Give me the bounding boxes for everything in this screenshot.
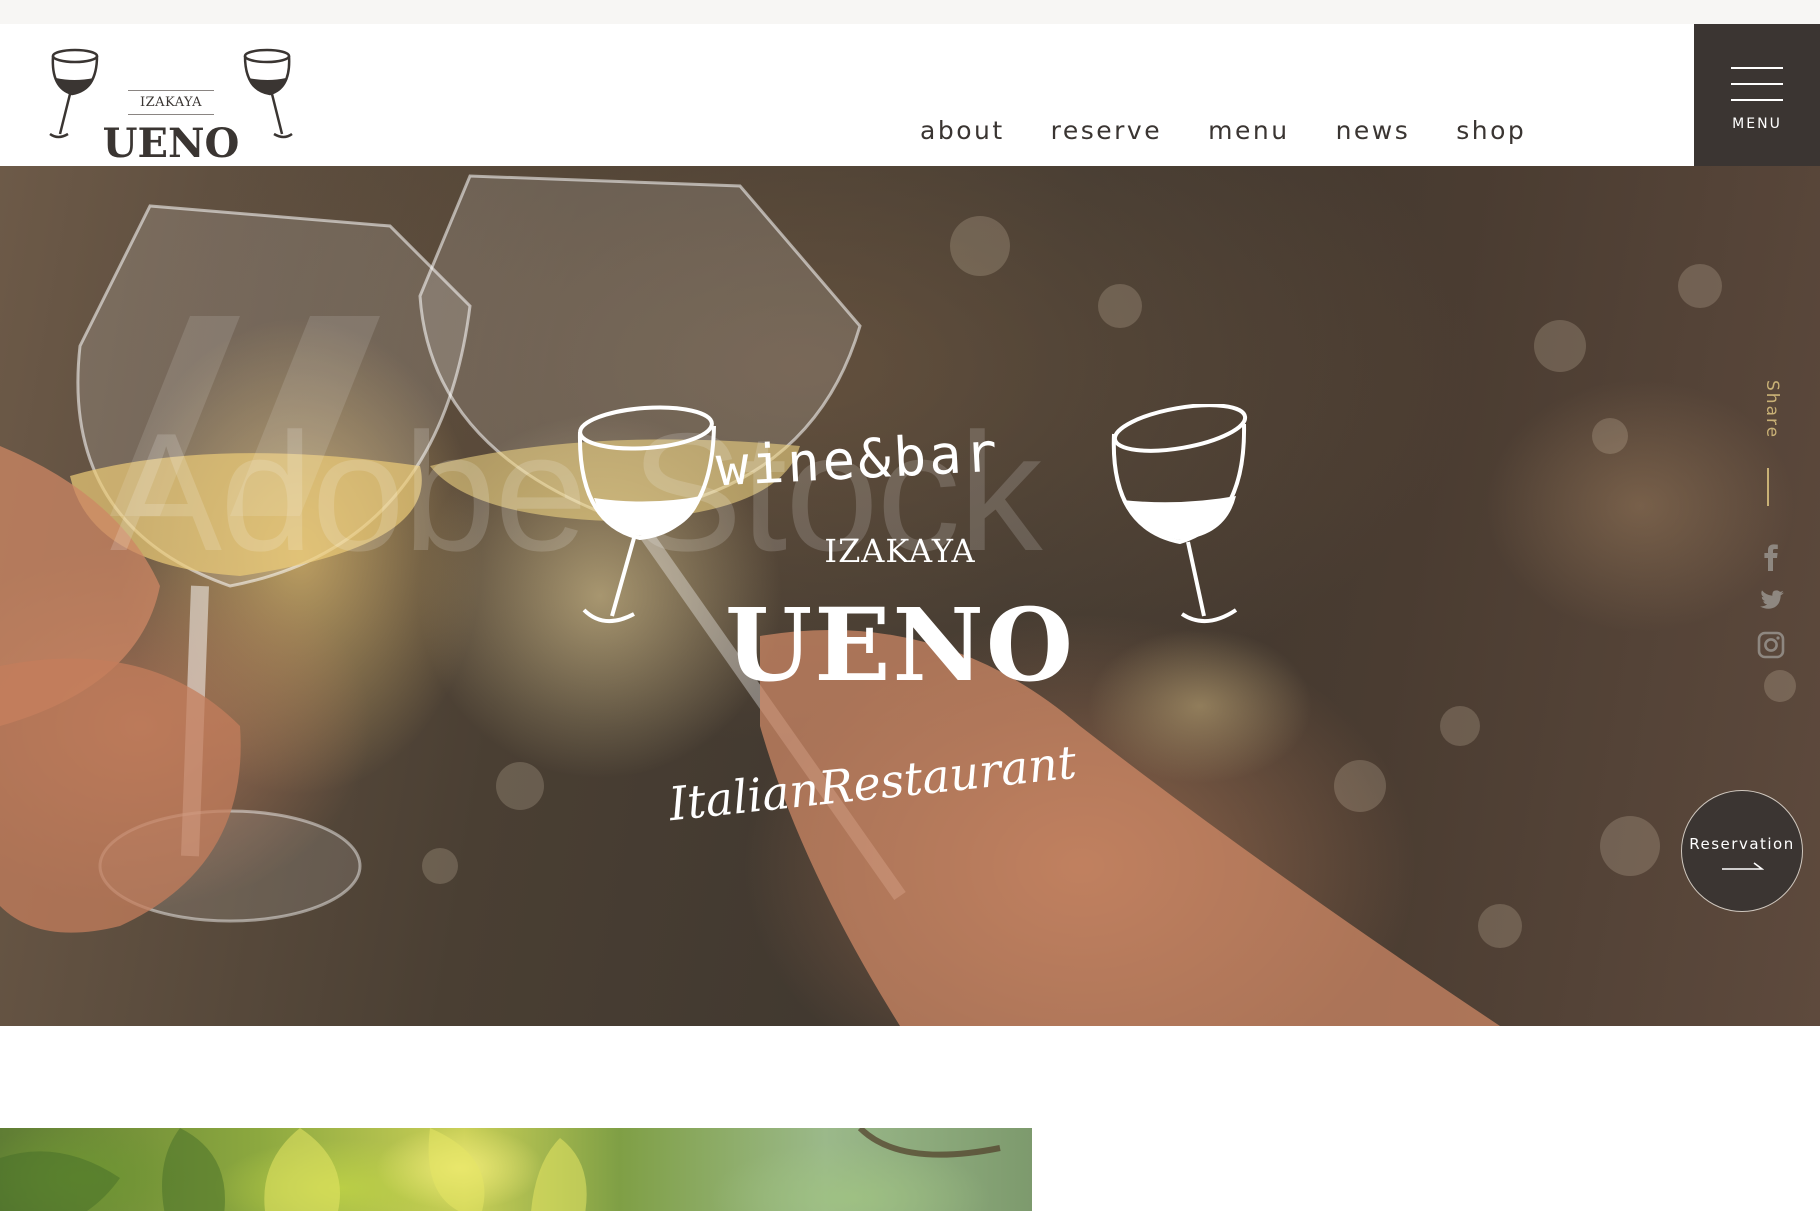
nav-news[interactable]: news	[1336, 116, 1411, 156]
twitter-icon[interactable]	[1756, 586, 1786, 616]
site-header: IZAKAYA UENO about reserve menu news sho…	[0, 24, 1820, 167]
page: IZAKAYA UENO about reserve menu news sho…	[0, 24, 1820, 1211]
hamburger-line	[1731, 83, 1783, 85]
brand-title: UENO	[725, 586, 1075, 704]
hero-section: Adobe Stock wine&bar IZAKAYA UENO Italia…	[0, 166, 1820, 1026]
logo-rule-bottom	[128, 114, 214, 115]
arrow-right-icon	[1722, 862, 1764, 870]
site-logo[interactable]: IZAKAYA UENO	[46, 48, 296, 167]
logo-rule-top	[128, 90, 214, 91]
share-label: Share	[1762, 380, 1782, 440]
facebook-icon[interactable]	[1756, 542, 1786, 572]
wine-glass-right-icon	[243, 48, 293, 139]
share-divider	[1767, 468, 1769, 506]
menu-label: MENU	[1732, 116, 1782, 132]
main-nav: about reserve menu news shop	[920, 116, 1572, 156]
nav-shop[interactable]: shop	[1456, 116, 1526, 156]
hamburger-line	[1731, 99, 1783, 101]
hamburger-icon	[1731, 67, 1783, 69]
reservation-label: Reservation	[1689, 835, 1795, 853]
nav-reserve[interactable]: reserve	[1051, 116, 1162, 156]
vineyard-leaves	[0, 1128, 1001, 1211]
vineyard-photo	[0, 1128, 1032, 1211]
instagram-icon[interactable]	[1756, 630, 1786, 660]
menu-button[interactable]: MENU	[1694, 24, 1820, 166]
reservation-button[interactable]: Reservation	[1681, 790, 1803, 912]
brand-subtitle: IZAKAYA	[824, 532, 976, 570]
nav-menu[interactable]: menu	[1208, 116, 1289, 156]
nav-about[interactable]: about	[920, 116, 1005, 156]
